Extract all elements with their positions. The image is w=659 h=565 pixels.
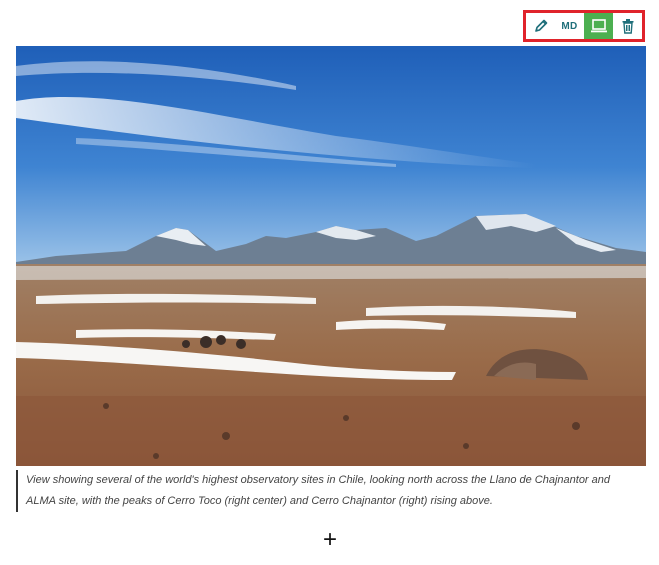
add-block-button[interactable]: + (318, 528, 342, 552)
caption-text: View showing several of the world's high… (26, 474, 611, 507)
landscape-photo (16, 46, 646, 466)
markdown-label: MD (561, 20, 578, 32)
image-caption: View showing several of the world's high… (16, 470, 636, 512)
laptop-icon (590, 18, 608, 34)
edit-button[interactable] (526, 13, 555, 39)
preview-button[interactable] (584, 13, 613, 39)
plus-icon: + (322, 526, 337, 553)
trash-icon (621, 18, 635, 34)
markdown-button[interactable]: MD (555, 13, 584, 39)
delete-button[interactable] (613, 13, 642, 39)
pencil-icon (533, 18, 549, 34)
block-toolbar: MD (523, 10, 645, 42)
